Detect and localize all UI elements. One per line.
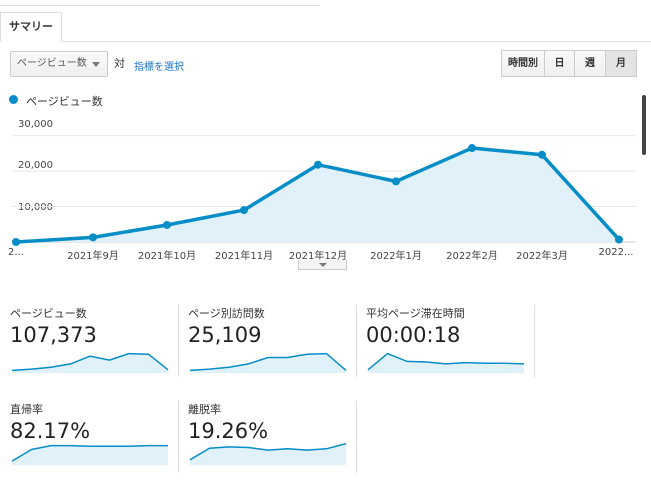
metric-divider — [178, 305, 179, 377]
metric-value: 82.17% — [10, 419, 91, 443]
granularity-monthly-button[interactable]: 月 — [605, 50, 637, 77]
sparkline-area — [190, 443, 346, 465]
data-point[interactable] — [615, 235, 623, 244]
versus-label: 対 — [114, 57, 125, 70]
data-point[interactable] — [240, 206, 248, 215]
metric-label: 平均ページ滞在時間 — [366, 307, 465, 320]
x-tick-label: 2021年9月 — [67, 251, 119, 262]
metric-divider — [178, 401, 179, 473]
metric-sparkline — [11, 444, 168, 465]
metric-avg-time-on-page[interactable]: 平均ページ滞在時間 00:00:18 — [366, 305, 526, 375]
x-tick-label: 2022年1月 — [370, 251, 422, 262]
chevron-down-icon — [92, 62, 100, 67]
x-tick-label: 2022年2月 — [446, 251, 498, 262]
metric-label: ページ別訪問数 — [188, 307, 265, 320]
metric-value: 107,373 — [10, 323, 97, 347]
metric-label: ページビュー数 — [10, 307, 87, 320]
x-tick-label: 2021年11月 — [214, 251, 274, 262]
data-point[interactable] — [538, 150, 546, 159]
data-point[interactable] — [392, 177, 400, 186]
top-divider — [0, 0, 320, 6]
granularity-hourly-button[interactable]: 時間別 — [501, 50, 545, 77]
x-tick-label: 2... — [8, 247, 24, 258]
metric-bounce-rate[interactable]: 直帰率 82.17% — [10, 401, 170, 471]
metric-value: 25,109 — [188, 323, 262, 347]
x-tick-label: 2022年3月 — [516, 251, 568, 262]
tab-summary[interactable]: サマリー — [0, 12, 62, 42]
metric-label: 直帰率 — [10, 403, 43, 416]
data-point[interactable] — [314, 160, 322, 169]
chevron-down-icon — [319, 263, 327, 267]
granularity-weekly-button[interactable]: 週 — [574, 50, 606, 77]
metric-sparkline — [189, 442, 347, 465]
metric-sparkline — [189, 352, 347, 373]
granularity-daily-button[interactable]: 日 — [544, 50, 575, 77]
metric-dropdown[interactable]: ページビュー数 — [10, 51, 108, 77]
pageviews-line-chart[interactable] — [0, 115, 651, 250]
metric-divider — [356, 305, 357, 377]
metric-divider — [534, 305, 535, 377]
metric-exit-rate[interactable]: 離脱率 19.26% — [188, 401, 348, 471]
x-tick-label: 2021年10月 — [137, 251, 197, 262]
tab-bar: サマリー — [0, 12, 651, 42]
metric-pageviews[interactable]: ページビュー数 107,373 — [10, 305, 170, 375]
metric-label: 離脱率 — [188, 403, 221, 416]
chart-collapse-toggle[interactable] — [298, 260, 347, 270]
metric-sparkline — [11, 352, 169, 373]
data-point[interactable] — [12, 238, 20, 246]
x-tick-label: 2022... — [598, 247, 634, 258]
metric-value: 00:00:18 — [366, 323, 461, 347]
data-point[interactable] — [163, 220, 171, 229]
data-point[interactable] — [468, 144, 476, 153]
metric-sparkline — [367, 352, 525, 373]
sparkline-area — [190, 353, 346, 373]
legend-dot — [9, 95, 18, 104]
data-point[interactable] — [89, 233, 97, 242]
metric-value: 19.26% — [188, 419, 269, 443]
metric-dropdown-label: ページビュー数 — [17, 58, 87, 69]
select-metric-link[interactable]: 指標を選択 — [134, 58, 184, 73]
metric-unique-pageviews[interactable]: ページ別訪問数 25,109 — [188, 305, 348, 375]
legend-label: ページビュー数 — [26, 95, 103, 108]
metric-divider — [356, 401, 357, 473]
